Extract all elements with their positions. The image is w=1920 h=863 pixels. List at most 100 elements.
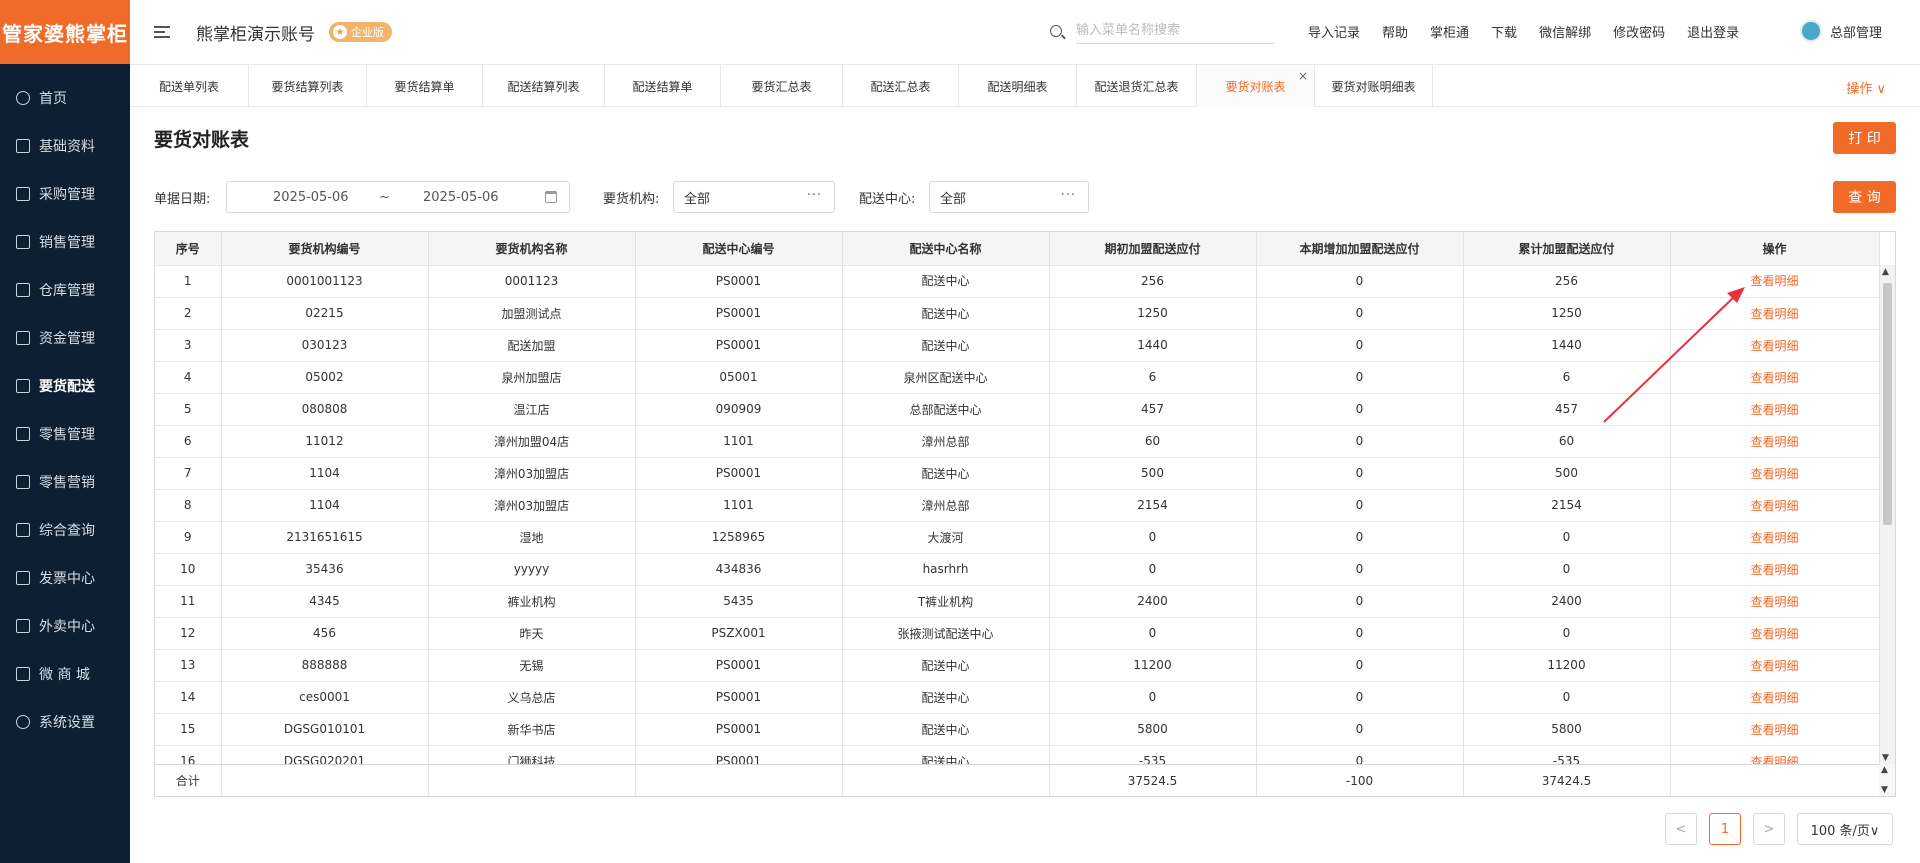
scroll-up-icon[interactable]: ▲ bbox=[1881, 765, 1888, 775]
table-cell: 漳州总部 bbox=[842, 489, 1050, 522]
view-detail-link[interactable]: 查看明细 bbox=[1670, 297, 1879, 330]
sidebar-item[interactable]: 综合查询 bbox=[0, 506, 130, 554]
date-range-picker[interactable]: 2025-05-06 ~ 2025-05-06 bbox=[226, 181, 570, 213]
date-to[interactable]: 2025-05-06 bbox=[423, 190, 499, 205]
tab[interactable]: 配送结算列表 bbox=[483, 65, 605, 107]
view-detail-link[interactable]: 查看明细 bbox=[1670, 329, 1879, 362]
user-name[interactable]: 总部管理 bbox=[1830, 22, 1882, 41]
scroll-up-icon[interactable]: ▲ bbox=[1882, 267, 1889, 277]
print-button[interactable]: 打 印 bbox=[1833, 122, 1896, 154]
tab[interactable]: 要货对账明细表 bbox=[1315, 65, 1433, 107]
header-link[interactable]: 掌柜通 bbox=[1430, 22, 1469, 41]
sidebar-item[interactable]: 要货配送 bbox=[0, 362, 130, 410]
total-opening: 37524.5 bbox=[1049, 765, 1257, 796]
scroll-down-icon[interactable]: ▼ bbox=[1881, 785, 1888, 795]
table-cell: 030123 bbox=[221, 329, 429, 362]
view-detail-link[interactable]: 查看明细 bbox=[1670, 489, 1879, 522]
sidebar-item[interactable]: 零售营销 bbox=[0, 458, 130, 506]
date-from[interactable]: 2025-05-06 bbox=[273, 190, 349, 205]
view-detail-link[interactable]: 查看明细 bbox=[1670, 553, 1879, 586]
search-input[interactable] bbox=[1076, 18, 1274, 44]
tab[interactable]: 配送单列表 bbox=[130, 65, 249, 107]
header-link[interactable]: 退出登录 bbox=[1687, 22, 1739, 41]
view-detail-link[interactable]: 查看明细 bbox=[1670, 617, 1879, 650]
tab[interactable]: 要货汇总表 bbox=[721, 65, 843, 107]
query-button[interactable]: 查 询 bbox=[1833, 181, 1896, 213]
view-detail-link[interactable]: 查看明细 bbox=[1670, 457, 1879, 490]
header-link[interactable]: 导入记录 bbox=[1308, 22, 1360, 41]
view-detail-link[interactable]: 查看明细 bbox=[1670, 681, 1879, 714]
close-icon[interactable]: × bbox=[1298, 69, 1308, 83]
tab[interactable]: 配送明细表 bbox=[959, 65, 1077, 107]
avatar[interactable] bbox=[1800, 20, 1822, 42]
view-detail-link[interactable]: 查看明细 bbox=[1670, 585, 1879, 618]
table-vertical-scrollbar[interactable]: ▲ ▼ bbox=[1879, 265, 1895, 765]
tab[interactable]: 配送退货汇总表 bbox=[1077, 65, 1197, 107]
sidebar-item[interactable]: 发票中心 bbox=[0, 554, 130, 602]
sidebar-item[interactable]: 基础资料 bbox=[0, 122, 130, 170]
sidebar-item[interactable]: 采购管理 bbox=[0, 170, 130, 218]
view-detail-link[interactable]: 查看明细 bbox=[1670, 649, 1879, 682]
tabs-operations-menu[interactable]: 操作 ∨ bbox=[1846, 78, 1886, 97]
tab-label: 要货结算列表 bbox=[271, 79, 344, 94]
sidebar: 管家婆熊掌柜 首页 基础资料 采购管理 销售管理 仓库管理 资金管理 要货配送 零售管理 零售营… bbox=[0, 0, 130, 863]
tab[interactable]: 要货结算列表 bbox=[249, 65, 367, 107]
table-cell: 1258965 bbox=[635, 521, 843, 554]
center-select[interactable]: 全部 ··· bbox=[929, 181, 1089, 213]
table-cell: 1 bbox=[155, 265, 222, 298]
view-detail-link[interactable]: 查看明细 bbox=[1670, 393, 1879, 426]
more-icon[interactable]: ··· bbox=[1061, 188, 1076, 203]
more-icon[interactable]: ··· bbox=[807, 188, 822, 203]
sidebar-item-label: 系统设置 bbox=[39, 715, 95, 731]
table-cell: 漳州03加盟店 bbox=[428, 457, 636, 490]
table-cell: DGSG020201 bbox=[221, 745, 429, 765]
table-body-scroll[interactable]: 1 0001001123 0001123 PS0001 配送中心 256 0 256 查看明细 2… bbox=[155, 265, 1879, 765]
page-size-select[interactable]: 100 条/页∨ bbox=[1797, 813, 1893, 845]
table-row: 12 456 昨天 PSZX001 张掖测试配送中心 0 0 0 查看明细 bbox=[155, 617, 1879, 650]
footer-scrollbar[interactable]: ▲ ▼ bbox=[1879, 764, 1895, 796]
page-number-button[interactable]: 1 bbox=[1709, 813, 1741, 845]
user-menu[interactable]: 总部管理 bbox=[1800, 20, 1882, 42]
sidebar-item[interactable]: 仓库管理 bbox=[0, 266, 130, 314]
view-detail-link[interactable]: 查看明细 bbox=[1670, 713, 1879, 746]
sidebar-item-label: 零售管理 bbox=[39, 427, 95, 443]
sidebar-item[interactable]: 首页 bbox=[0, 74, 130, 122]
tab[interactable]: 要货结算单 bbox=[367, 65, 483, 107]
sidebar-item-label: 外卖中心 bbox=[39, 619, 95, 635]
table-row: 8 1104 漳州03加盟店 1101 漳州总部 2154 0 2154 查看明细 bbox=[155, 489, 1879, 522]
menu-toggle-icon[interactable] bbox=[154, 26, 170, 38]
table-cell: 13 bbox=[155, 649, 222, 682]
scroll-down-icon[interactable]: ▼ bbox=[1882, 753, 1889, 763]
view-detail-link[interactable]: 查看明细 bbox=[1670, 265, 1879, 298]
view-detail-link[interactable]: 查看明细 bbox=[1670, 745, 1879, 765]
header-link[interactable]: 帮助 bbox=[1382, 22, 1408, 41]
sidebar-item[interactable]: 零售管理 bbox=[0, 410, 130, 458]
table-cell: 0 bbox=[1256, 329, 1464, 362]
view-detail-link[interactable]: 查看明细 bbox=[1670, 521, 1879, 554]
scrollbar-thumb[interactable] bbox=[1883, 283, 1892, 525]
calendar-icon[interactable] bbox=[545, 191, 557, 203]
next-page-button[interactable]: > bbox=[1753, 813, 1785, 845]
view-detail-link[interactable]: 查看明细 bbox=[1670, 425, 1879, 458]
header-link[interactable]: 微信解绑 bbox=[1539, 22, 1591, 41]
table-cell: 0 bbox=[1049, 521, 1257, 554]
sidebar-item[interactable]: 微 商 城 bbox=[0, 650, 130, 698]
prev-page-button[interactable]: < bbox=[1665, 813, 1697, 845]
view-detail-link[interactable]: 查看明细 bbox=[1670, 361, 1879, 394]
tab[interactable]: 配送结算单 bbox=[605, 65, 721, 107]
header-link[interactable]: 下载 bbox=[1491, 22, 1517, 41]
column-header: 要货机构名称 bbox=[428, 232, 636, 266]
sidebar-item[interactable]: 系统设置 bbox=[0, 698, 130, 746]
table-header: 序号 要货机构编号 要货机构名称 配送中心编号 配送中心名称 期初加盟配送应付 本期增加加盟… bbox=[155, 232, 1880, 266]
sidebar-item[interactable]: 外卖中心 bbox=[0, 602, 130, 650]
sidebar-item[interactable]: 销售管理 bbox=[0, 218, 130, 266]
tab[interactable]: 配送汇总表 bbox=[843, 65, 959, 107]
search-icon[interactable] bbox=[1050, 25, 1062, 37]
header-link[interactable]: 修改密码 bbox=[1613, 22, 1665, 41]
sidebar-item[interactable]: 资金管理 bbox=[0, 314, 130, 362]
page-title: 要货对账表 bbox=[154, 129, 250, 151]
tab[interactable]: 要货对账表 × bbox=[1197, 65, 1315, 107]
table-cell: 温江店 bbox=[428, 393, 636, 426]
table-cell: 0 bbox=[1256, 553, 1464, 586]
org-select[interactable]: 全部 ··· bbox=[673, 181, 835, 213]
